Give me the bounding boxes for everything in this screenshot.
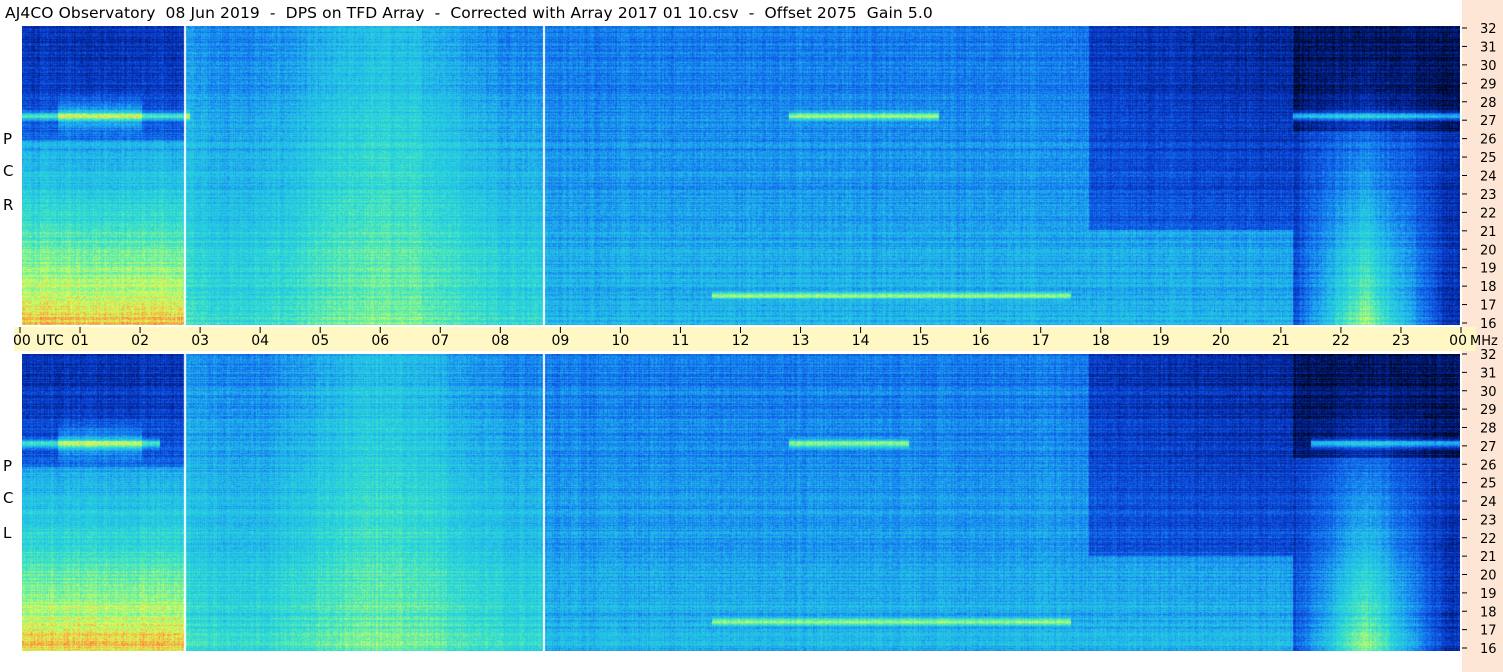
lcp-letter-p: P <box>3 457 13 475</box>
lcp-letter-l: L <box>3 524 12 542</box>
rcp-heatmap <box>22 26 1460 325</box>
time-axis-band <box>14 327 1476 351</box>
lcp-heatmap <box>22 354 1460 651</box>
rcp-letter-c: C <box>3 162 14 180</box>
rcp-spectrogram <box>22 26 1460 325</box>
lcp-letter-c: C <box>3 489 14 507</box>
lcp-spectrogram <box>22 354 1460 651</box>
chart-title: AJ4CO Observatory 08 Jun 2019 - DPS on T… <box>5 4 933 22</box>
rcp-letter-p: R <box>3 196 14 214</box>
rcp-letter-r: P <box>3 130 13 148</box>
